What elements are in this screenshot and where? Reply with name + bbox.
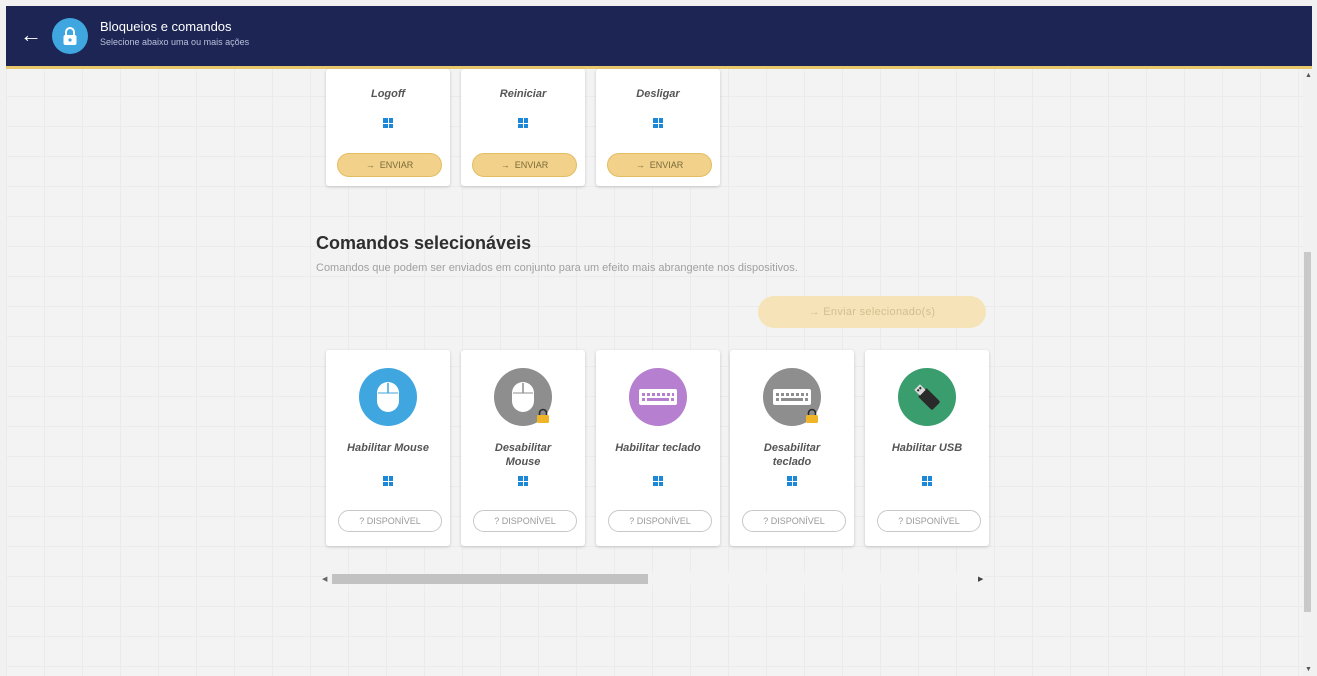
command-label: Habilitar teclado	[615, 442, 701, 454]
selectable-card-disable-mouse[interactable]: Desabilitar Mouse ? DISPONÍVEL	[461, 350, 585, 546]
windows-icon	[653, 476, 663, 486]
scroll-right-icon[interactable]: ▶	[978, 575, 983, 583]
app-window: ← Bloqueios e comandos Selecione abaixo …	[6, 6, 1312, 676]
scroll-left-icon[interactable]: ◀	[322, 575, 327, 583]
send-button[interactable]: → ENVIAR	[337, 153, 442, 177]
windows-icon	[922, 476, 932, 486]
usb-icon	[898, 368, 956, 426]
command-label: Desabilitar Mouse	[494, 442, 552, 468]
availability-button[interactable]: ? DISPONÍVEL	[742, 510, 846, 532]
section-description: Comandos que podem ser enviados em conju…	[316, 262, 798, 274]
lock-icon	[52, 18, 88, 54]
windows-icon	[518, 476, 528, 486]
send-button[interactable]: → ENVIAR	[607, 153, 712, 177]
keyboard-icon	[629, 368, 687, 426]
windows-icon	[383, 118, 393, 128]
page-title: Bloqueios e comandos	[100, 19, 232, 34]
arrow-left-icon[interactable]: ←	[18, 22, 44, 48]
windows-icon	[383, 476, 393, 486]
command-card-desligar: Desligar → ENVIAR	[596, 69, 720, 186]
arrow-right-icon: →	[500, 160, 510, 170]
availability-button[interactable]: ? DISPONÍVEL	[338, 510, 442, 532]
scroll-up-icon[interactable]: ▲	[1305, 72, 1312, 79]
header-bar: ← Bloqueios e comandos Selecione abaixo …	[6, 6, 1312, 69]
command-label: Habilitar USB	[891, 442, 963, 454]
mouse-icon	[359, 368, 417, 426]
command-label: Reiniciar	[499, 88, 547, 100]
availability-button[interactable]: ? DISPONÍVEL	[473, 510, 577, 532]
scroll-down-icon[interactable]: ▼	[1305, 666, 1312, 673]
availability-button[interactable]: ? DISPONÍVEL	[877, 510, 981, 532]
send-selected-button[interactable]: → Enviar selecionado(s)	[758, 296, 986, 328]
windows-icon	[518, 118, 528, 128]
selectable-card-disable-keyboard[interactable]: Desabilitar teclado ? DISPONÍVEL	[730, 350, 854, 546]
send-button-label: ENVIAR	[379, 160, 414, 170]
windows-icon	[787, 476, 797, 486]
arrow-right-icon: →	[365, 160, 375, 170]
mouse-locked-icon	[494, 368, 552, 426]
command-card-logoff: Logoff → ENVIAR	[326, 69, 450, 186]
arrow-right-icon: →	[635, 160, 645, 170]
send-button-label: ENVIAR	[649, 160, 684, 170]
selectable-card-enable-mouse[interactable]: Habilitar Mouse ? DISPONÍVEL	[326, 350, 450, 546]
send-button[interactable]: → ENVIAR	[472, 153, 577, 177]
horizontal-scrollbar-thumb[interactable]	[332, 574, 648, 584]
command-label: Habilitar Mouse	[347, 442, 429, 454]
vertical-scrollbar-thumb[interactable]	[1304, 252, 1311, 612]
command-label: Logoff	[370, 88, 405, 100]
command-label: Desligar	[636, 88, 680, 100]
page-subtitle: Selecione abaixo uma ou mais ações	[100, 37, 250, 47]
windows-icon	[653, 118, 663, 128]
section-title: Comandos selecionáveis	[316, 233, 532, 253]
command-label: Desabilitar teclado	[763, 442, 821, 468]
keyboard-locked-icon	[763, 368, 821, 426]
send-button-label: ENVIAR	[514, 160, 549, 170]
availability-button[interactable]: ? DISPONÍVEL	[608, 510, 712, 532]
selectable-card-enable-keyboard[interactable]: Habilitar teclado ? DISPONÍVEL	[596, 350, 720, 546]
selectable-card-enable-usb[interactable]: Habilitar USB ? DISPONÍVEL	[865, 350, 989, 546]
command-card-reiniciar: Reiniciar → ENVIAR	[461, 69, 585, 186]
